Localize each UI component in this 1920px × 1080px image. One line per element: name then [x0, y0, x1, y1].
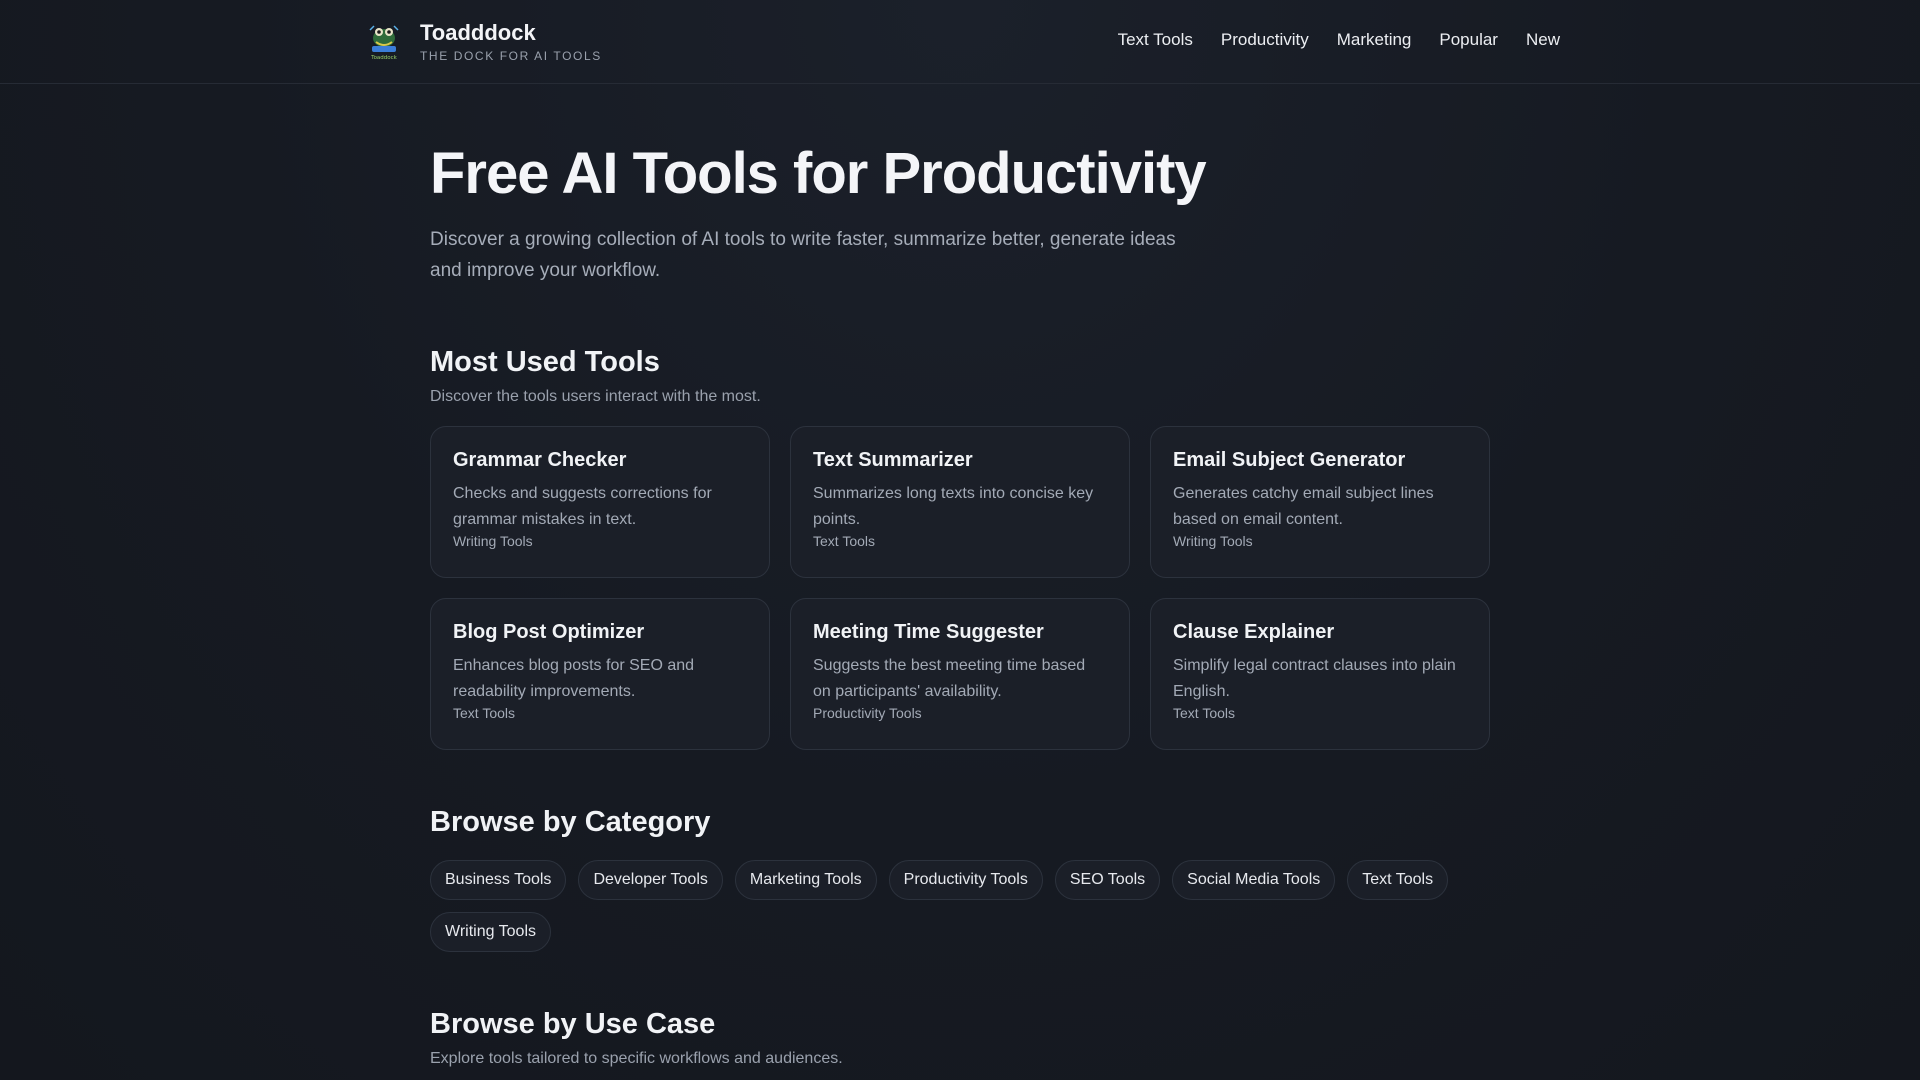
- tool-card-category: Text Tools: [453, 705, 515, 721]
- main-content: Free AI Tools for Productivity Discover …: [430, 84, 1490, 1068]
- tool-card-category: Productivity Tools: [813, 705, 922, 721]
- section-title-use-case: Browse by Use Case: [430, 1008, 716, 1040]
- tool-card-description: Generates catchy email subject lines bas…: [1173, 485, 1434, 528]
- tool-card-title: Text Summarizer: [813, 449, 973, 471]
- brand[interactable]: Toaddock Toadddock THE DOCK FOR AI TOOLS: [368, 20, 602, 63]
- section-title-most-used: Most Used Tools: [430, 346, 660, 378]
- category-pill-productivity-tools[interactable]: Productivity Tools: [888, 860, 1043, 900]
- nav-link-text-tools[interactable]: Text Tools: [1118, 30, 1193, 50]
- tool-card-clause-explainer[interactable]: Clause Explainer Simplify legal contract…: [1150, 598, 1490, 750]
- tool-card-blog-post-optimizer[interactable]: Blog Post Optimizer Enhances blog posts …: [430, 598, 770, 750]
- category-pill-social-media-tools[interactable]: Social Media Tools: [1172, 860, 1336, 900]
- tool-card-meeting-time-suggester[interactable]: Meeting Time Suggester Suggests the best…: [790, 598, 1130, 750]
- nav-link-marketing[interactable]: Marketing: [1337, 30, 1412, 50]
- brand-tagline: THE DOCK FOR AI TOOLS: [420, 49, 602, 63]
- browse-by-category-section: Browse by Category Business Tools Develo…: [430, 804, 1490, 952]
- tool-card-title: Blog Post Optimizer: [453, 621, 645, 643]
- tool-card-category: Writing Tools: [1173, 533, 1253, 549]
- category-pill-writing-tools[interactable]: Writing Tools: [430, 912, 551, 952]
- main-nav: Text Tools Productivity Marketing Popula…: [1118, 30, 1560, 50]
- section-subtitle-use-case: Explore tools tailored to specific workf…: [430, 1050, 843, 1067]
- category-pills: Business Tools Developer Tools Marketing…: [430, 860, 1490, 952]
- category-pill-text-tools[interactable]: Text Tools: [1347, 860, 1449, 900]
- category-pill-marketing-tools[interactable]: Marketing Tools: [734, 860, 877, 900]
- hero-subtitle: Discover a growing collection of AI tool…: [430, 229, 1176, 281]
- browse-by-use-case-section: Browse by Use Case Explore tools tailore…: [430, 1006, 1490, 1068]
- category-pill-developer-tools[interactable]: Developer Tools: [578, 860, 723, 900]
- tool-card-category: Writing Tools: [453, 533, 533, 549]
- tool-card-text-summarizer[interactable]: Text Summarizer Summarizes long texts in…: [790, 426, 1130, 578]
- tool-card-title: Grammar Checker: [453, 449, 627, 471]
- hero-title: Free AI Tools for Productivity: [430, 141, 1207, 206]
- tool-card-category: Text Tools: [1173, 705, 1235, 721]
- tool-card-title: Clause Explainer: [1173, 621, 1335, 643]
- category-pill-business-tools[interactable]: Business Tools: [430, 860, 567, 900]
- nav-link-popular[interactable]: Popular: [1439, 30, 1498, 50]
- tool-card-description: Summarizes long texts into concise key p…: [813, 485, 1094, 528]
- category-pill-seo-tools[interactable]: SEO Tools: [1054, 860, 1161, 900]
- tool-card-description: Suggests the best meeting time based on …: [813, 657, 1086, 700]
- tool-card-title: Email Subject Generator: [1173, 449, 1406, 471]
- nav-link-new[interactable]: New: [1526, 30, 1560, 50]
- tool-card-category: Text Tools: [813, 533, 875, 549]
- nav-link-productivity[interactable]: Productivity: [1221, 30, 1309, 50]
- site-header: Toaddock Toadddock THE DOCK FOR AI TOOLS…: [0, 0, 1920, 84]
- svg-text:Toaddock: Toaddock: [370, 55, 398, 61]
- tool-card-email-subject-generator[interactable]: Email Subject Generator Generates catchy…: [1150, 426, 1490, 578]
- section-subtitle-most-used: Discover the tools users interact with t…: [430, 388, 761, 405]
- toad-logo-icon: Toaddock: [369, 24, 399, 61]
- tool-card-title: Meeting Time Suggester: [813, 621, 1044, 643]
- most-used-section: Most Used Tools Discover the tools users…: [430, 344, 1490, 750]
- tool-card-description: Simplify legal contract clauses into pla…: [1173, 657, 1456, 700]
- tool-card-description: Checks and suggests corrections for gram…: [453, 485, 712, 528]
- section-title-category: Browse by Category: [430, 806, 711, 838]
- brand-name: Toadddock: [420, 20, 536, 45]
- tool-cards-grid: Grammar Checker Checks and suggests corr…: [430, 426, 1490, 750]
- tool-card-grammar-checker[interactable]: Grammar Checker Checks and suggests corr…: [430, 426, 770, 578]
- tool-card-description: Enhances blog posts for SEO and readabil…: [453, 657, 695, 700]
